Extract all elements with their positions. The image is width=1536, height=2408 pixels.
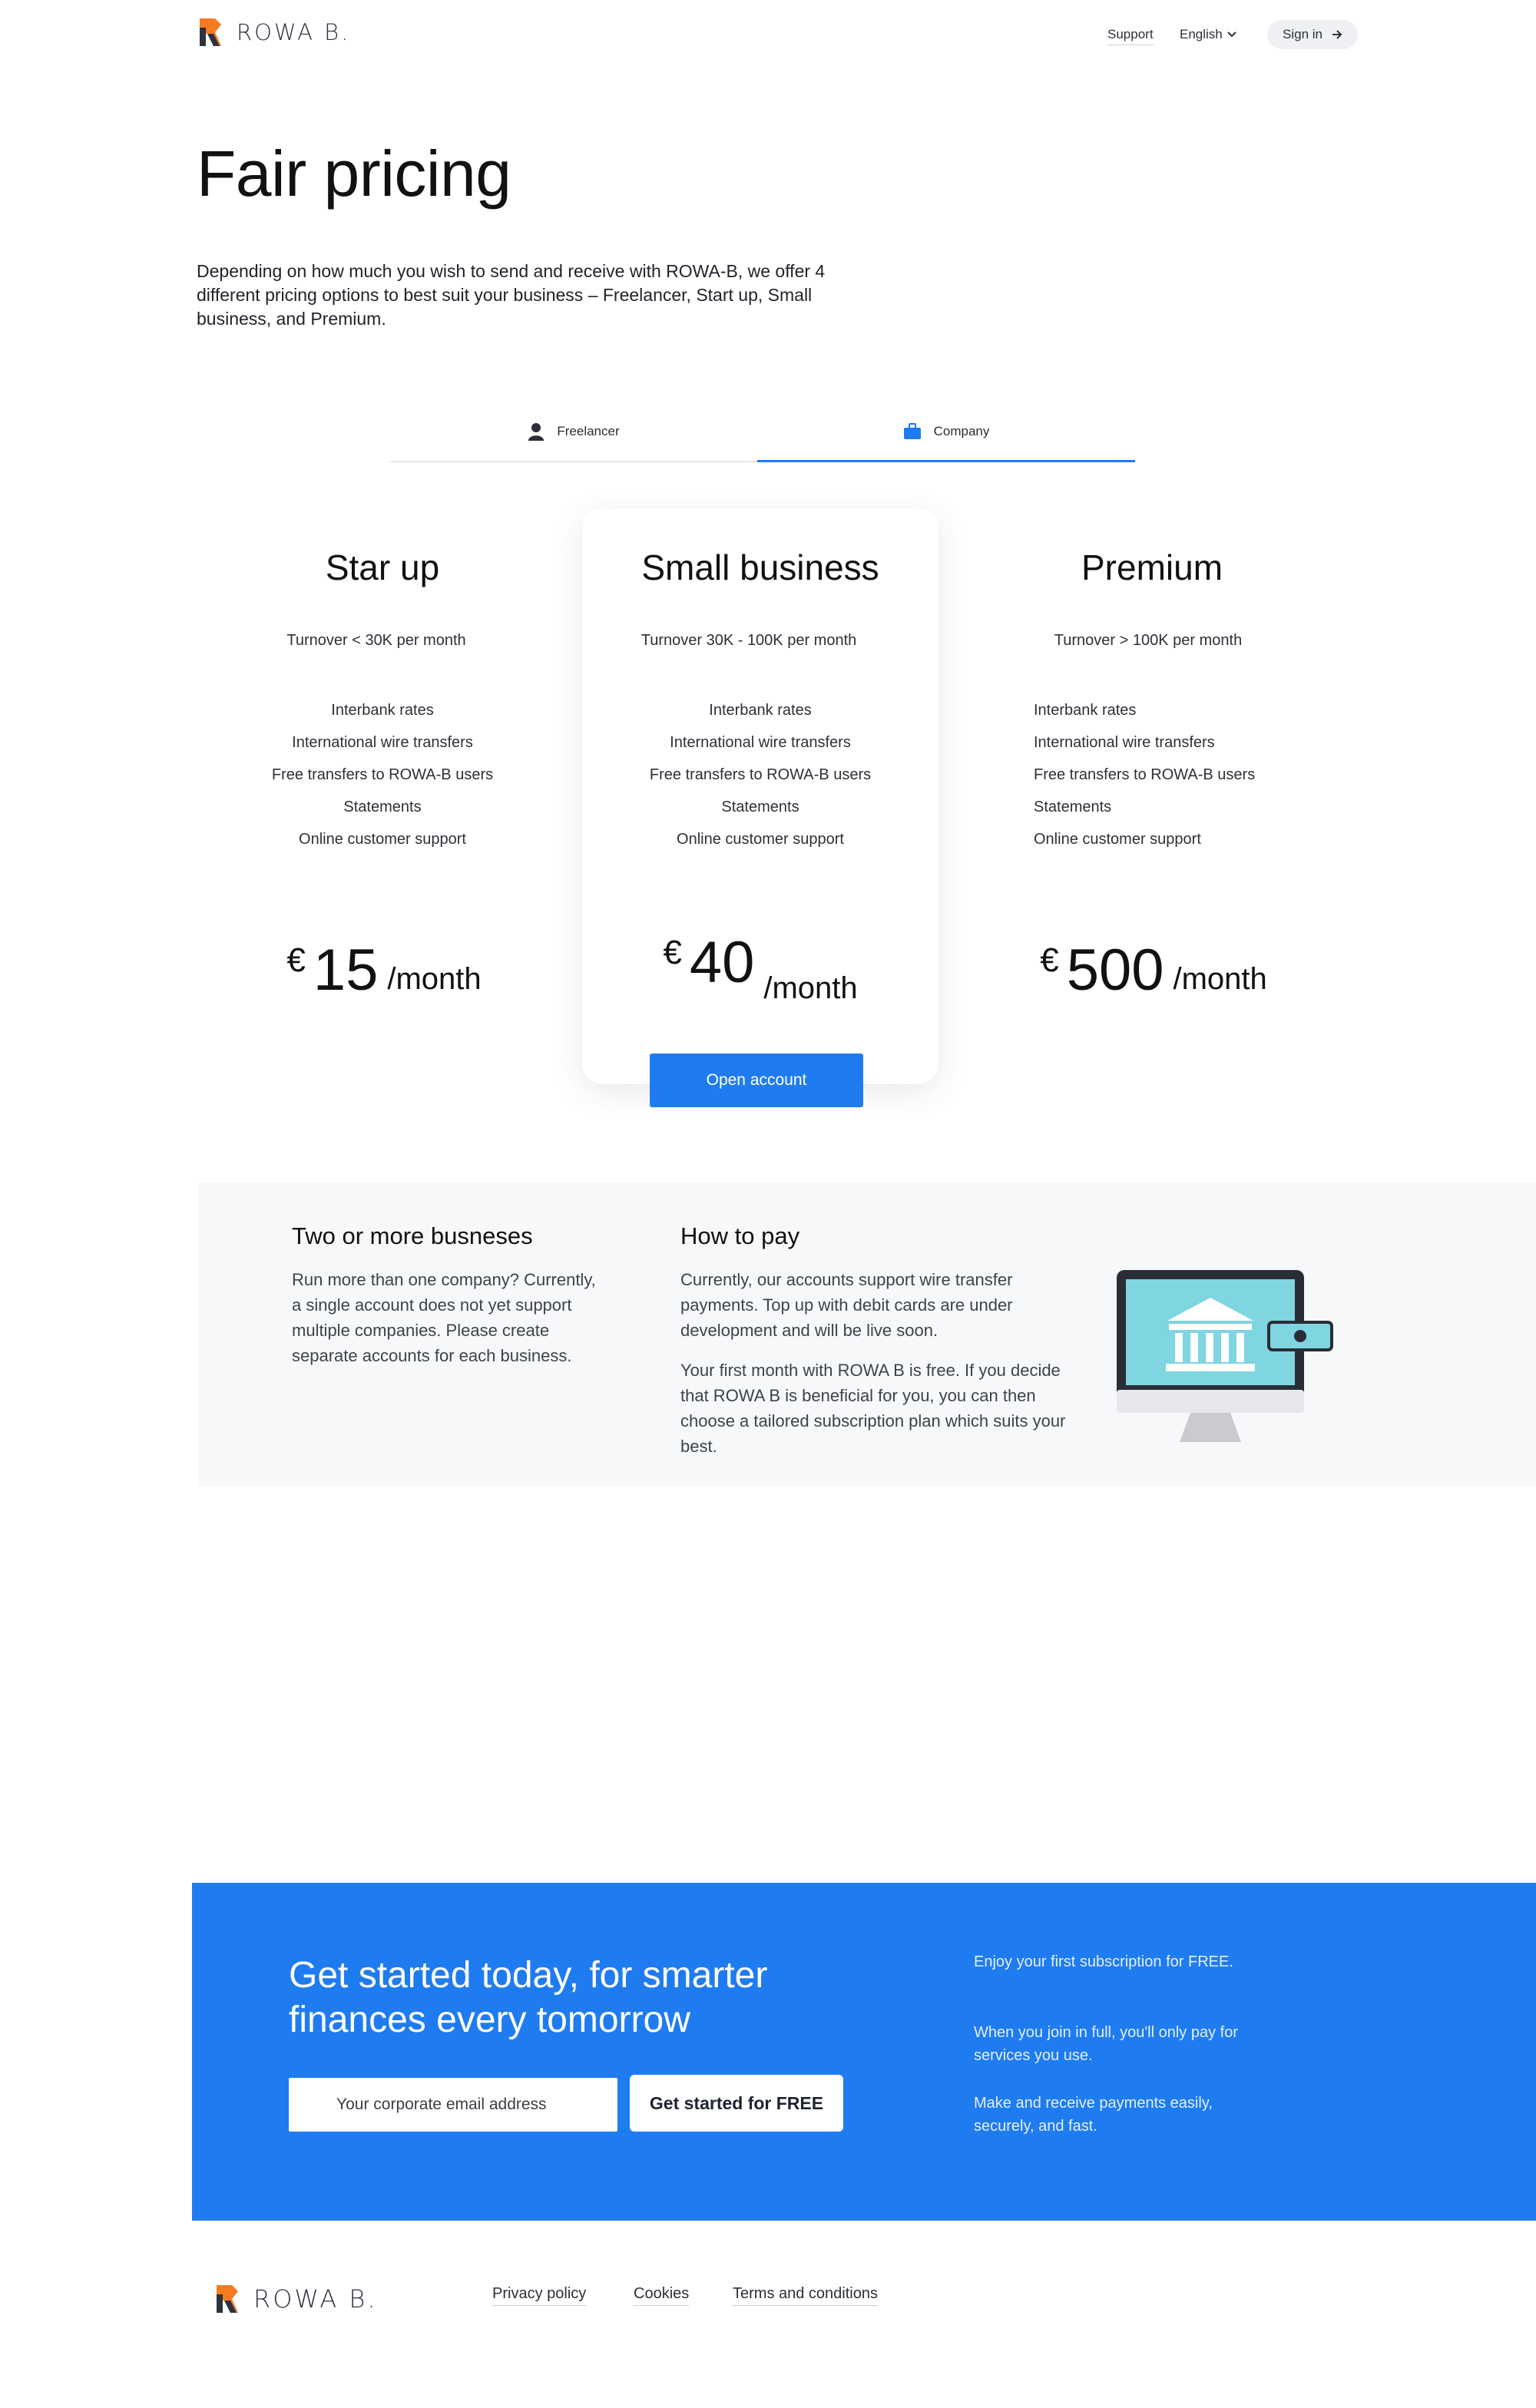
support-link[interactable]: Support	[1107, 27, 1154, 45]
plan-small-business: Small business	[607, 547, 914, 588]
footer-logo[interactable]: ROWA B.	[215, 2284, 378, 2314]
multi-business-text: Run more than one company? Currently, a …	[292, 1270, 596, 1365]
sign-in-label: Sign in	[1283, 27, 1322, 41]
plan-feature: Online customer support	[677, 831, 844, 848]
plan-premium: Premium	[998, 547, 1306, 588]
arrow-right-icon	[1332, 30, 1342, 39]
cookies-link[interactable]: Cookies	[634, 2285, 690, 2306]
plan-feature: International wire transfers	[670, 734, 851, 751]
plan-features: Interbank rates International wire trans…	[607, 694, 914, 855]
logo-mark-icon	[200, 18, 221, 46]
plan-feature: International wire transfers	[1034, 734, 1215, 751]
plan-price: € 40 /month	[607, 930, 914, 1006]
cta-note: When you join in full, you'll only pay f…	[974, 2024, 1238, 2064]
page-title: Fair pricing	[197, 137, 511, 210]
plan-feature: Statements	[343, 799, 422, 815]
info-section: Two or more busneses Run more than one c…	[198, 1182, 1536, 1487]
price-period: /month	[763, 971, 858, 1005]
plan-turnover: Turnover < 30K per month	[286, 632, 466, 649]
price-currency: €	[663, 934, 682, 971]
multi-business-title: Two or more busneses	[292, 1222, 533, 1249]
plan-feature: Interbank rates	[331, 702, 434, 719]
plan-feature: Free transfers to ROWA-B users	[271, 766, 494, 783]
email-field[interactable]: Your corporate email address	[289, 2078, 617, 2132]
plan-turnover: Turnover > 100K per month	[1054, 632, 1243, 649]
plan-feature: Interbank rates	[709, 702, 812, 719]
header-logo[interactable]: ROWA B.	[198, 17, 350, 48]
cta-section: Get started today, for smarter finances …	[192, 1883, 1536, 2221]
briefcase-icon	[903, 423, 921, 439]
plan-features: Interbank rates International wire trans…	[229, 694, 536, 855]
plan-feature: Online customer support	[1034, 831, 1201, 848]
intro-text: Depending on how much you wish to send a…	[197, 261, 826, 329]
cta-note: Enjoy your first subscription for FREE.	[974, 1953, 1233, 1970]
get-started-button[interactable]: Get started for FREE	[630, 2075, 843, 2132]
how-to-pay-title: How to pay	[680, 1222, 800, 1249]
person-icon	[528, 423, 545, 441]
plan-feature: International wire transfers	[292, 734, 473, 751]
plan-price: € 15 /month	[230, 941, 538, 1000]
cta-title: Get started today, for smarter finances …	[289, 1955, 768, 2040]
language-label: English	[1180, 27, 1223, 41]
plan-feature: Statements	[1034, 799, 1112, 815]
logo-text: ROWA B.	[253, 2284, 378, 2314]
tab-active-indicator	[757, 460, 1135, 462]
price-period: /month	[387, 962, 482, 996]
plan-features: Interbank rates International wire trans…	[1034, 694, 1341, 855]
terms-link[interactable]: Terms and conditions	[733, 2285, 878, 2306]
price-currency: €	[286, 941, 306, 979]
chevron-down-icon	[1227, 31, 1236, 38]
how-to-pay-text: Currently, our accounts support wire tra…	[680, 1270, 1013, 1340]
tab-freelancer-label: Freelancer	[557, 424, 620, 438]
open-account-button[interactable]: Open account	[650, 1054, 863, 1107]
cta-note: Make and receive payments easily, secure…	[974, 2095, 1213, 2135]
privacy-policy-link[interactable]: Privacy policy	[492, 2285, 587, 2306]
tab-divider	[390, 461, 757, 462]
plan-feature: Online customer support	[299, 831, 466, 848]
plan-feature: Statements	[721, 799, 799, 815]
plan-name: Small business	[641, 547, 879, 587]
plan-start-up: Star up	[229, 547, 536, 588]
free-month-text: Your first month with ROWA B is free. If…	[680, 1361, 1066, 1456]
price-currency: €	[1040, 941, 1059, 979]
sign-in-button[interactable]: Sign in	[1267, 20, 1358, 49]
plan-feature: Free transfers to ROWA-B users	[649, 766, 872, 783]
plan-feature: Interbank rates	[1034, 702, 1137, 719]
tab-company[interactable]: Company	[757, 418, 1135, 445]
language-selector[interactable]: English	[1180, 27, 1236, 42]
price-amount: 15	[313, 938, 379, 1003]
plan-price: € 500 /month	[1000, 941, 1307, 1000]
price-amount: 40	[689, 930, 755, 995]
tab-freelancer[interactable]: Freelancer	[390, 418, 757, 445]
plan-name: Star up	[325, 547, 440, 587]
plan-turnover: Turnover 30K - 100K per month	[641, 632, 857, 649]
logo-text: ROWA B.	[237, 19, 351, 45]
plan-name: Premium	[1081, 547, 1223, 587]
tab-company-label: Company	[933, 424, 990, 438]
price-amount: 500	[1066, 938, 1164, 1003]
price-period: /month	[1173, 962, 1267, 996]
plan-feature: Free transfers to ROWA-B users	[1034, 766, 1256, 783]
bank-monitor-icon	[1117, 1270, 1333, 1442]
logo-mark-icon	[217, 2285, 238, 2313]
